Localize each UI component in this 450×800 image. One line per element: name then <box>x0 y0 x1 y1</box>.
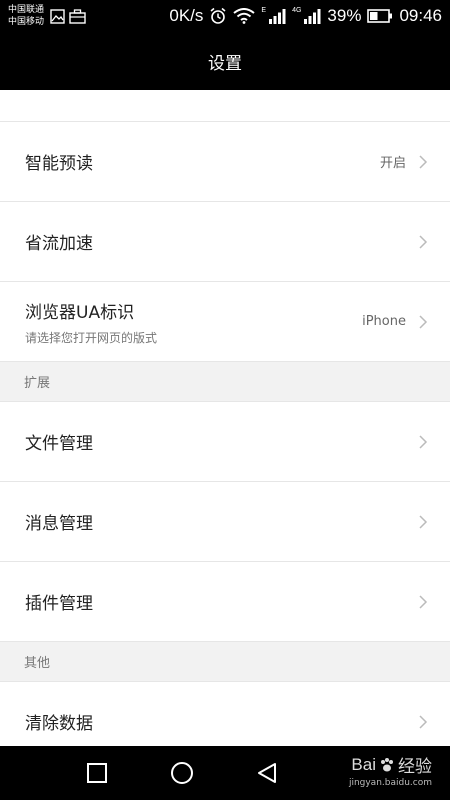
setting-subtitle: 请选择您打开网页的版式 <box>25 330 158 345</box>
setting-title: 文件管理 <box>25 434 93 454</box>
chevron-right-icon <box>418 514 428 530</box>
section-header-other: 其他 <box>0 642 450 682</box>
app-header: 设置 <box>0 32 450 90</box>
home-button[interactable] <box>170 761 194 785</box>
section-title: 其他 <box>24 656 51 671</box>
baidu-paw-icon <box>381 757 393 771</box>
watermark-site: jingyan.baidu.com <box>348 778 432 788</box>
battery-icon <box>367 9 393 23</box>
network-type-1: E <box>261 6 267 14</box>
setting-plugin-manage[interactable]: 插件管理 <box>0 562 450 642</box>
wifi-icon <box>233 8 256 24</box>
carrier-2: 中国移动 <box>8 17 45 27</box>
chevron-right-icon <box>418 314 428 330</box>
watermark-suffix: 经验 <box>398 757 432 776</box>
navigation-bar: Bai 经验 jingyan.baidu.com <box>0 746 450 800</box>
setting-title: 消息管理 <box>25 514 93 534</box>
setting-browser-ua[interactable]: 浏览器UA标识 请选择您打开网页的版式 iPhone <box>0 282 450 362</box>
setting-smart-preread[interactable]: 智能预读 开启 <box>0 122 450 202</box>
baidu-watermark: Bai 经验 jingyan.baidu.com <box>348 752 432 789</box>
setting-title: 插件管理 <box>25 594 93 614</box>
square-icon <box>87 763 107 783</box>
signal-icon <box>268 8 286 24</box>
setting-message-manage[interactable]: 消息管理 <box>0 482 450 562</box>
setting-title: 清除数据 <box>25 714 93 734</box>
setting-title: 智能预读 <box>25 154 93 174</box>
briefcase-icon <box>69 8 86 24</box>
page-title: 设置 <box>208 53 242 74</box>
list-top-spacer <box>0 90 450 122</box>
setting-title: 省流加速 <box>25 234 93 254</box>
network-speed: 0K/s <box>169 6 204 25</box>
setting-file-manage[interactable]: 文件管理 <box>0 402 450 482</box>
alarm-icon <box>209 7 227 25</box>
chevron-right-icon <box>418 154 428 170</box>
network-type-2: 4G <box>292 6 302 14</box>
section-header-extend: 扩展 <box>0 362 450 402</box>
back-button[interactable] <box>255 761 279 785</box>
recent-apps-button[interactable] <box>86 762 108 784</box>
carrier-1: 中国联通 <box>8 5 45 15</box>
image-icon <box>50 8 65 24</box>
carrier-info: 中国联通 中国移动 <box>8 4 44 28</box>
battery-percent: 39% <box>327 6 362 25</box>
circle-icon <box>171 762 193 784</box>
setting-value: iPhone <box>362 314 406 329</box>
chevron-right-icon <box>418 234 428 250</box>
setting-title: 浏览器UA标识 <box>25 302 135 323</box>
status-bar: 中国联通 中国移动 0K/s E 4G 39% 09:46 <box>0 0 450 32</box>
settings-list[interactable]: 智能预读 开启 省流加速 浏览器UA标识 请选择您打开网页的版式 iPhone <box>0 90 450 746</box>
chevron-right-icon <box>418 434 428 450</box>
setting-value: 开启 <box>379 156 406 171</box>
setting-data-saver[interactable]: 省流加速 <box>0 202 450 282</box>
setting-clear-data[interactable]: 清除数据 <box>0 682 450 746</box>
chevron-right-icon <box>418 594 428 610</box>
clock: 09:46 <box>399 6 442 25</box>
screen: 中国联通 中国移动 0K/s E 4G 39% 09:46 设置 智能预读 开启… <box>0 0 450 800</box>
chevron-right-icon <box>418 714 428 730</box>
watermark-brand: Bai <box>351 754 376 774</box>
section-title: 扩展 <box>24 376 51 391</box>
signal-icon <box>303 8 321 24</box>
triangle-back-icon <box>258 763 276 783</box>
